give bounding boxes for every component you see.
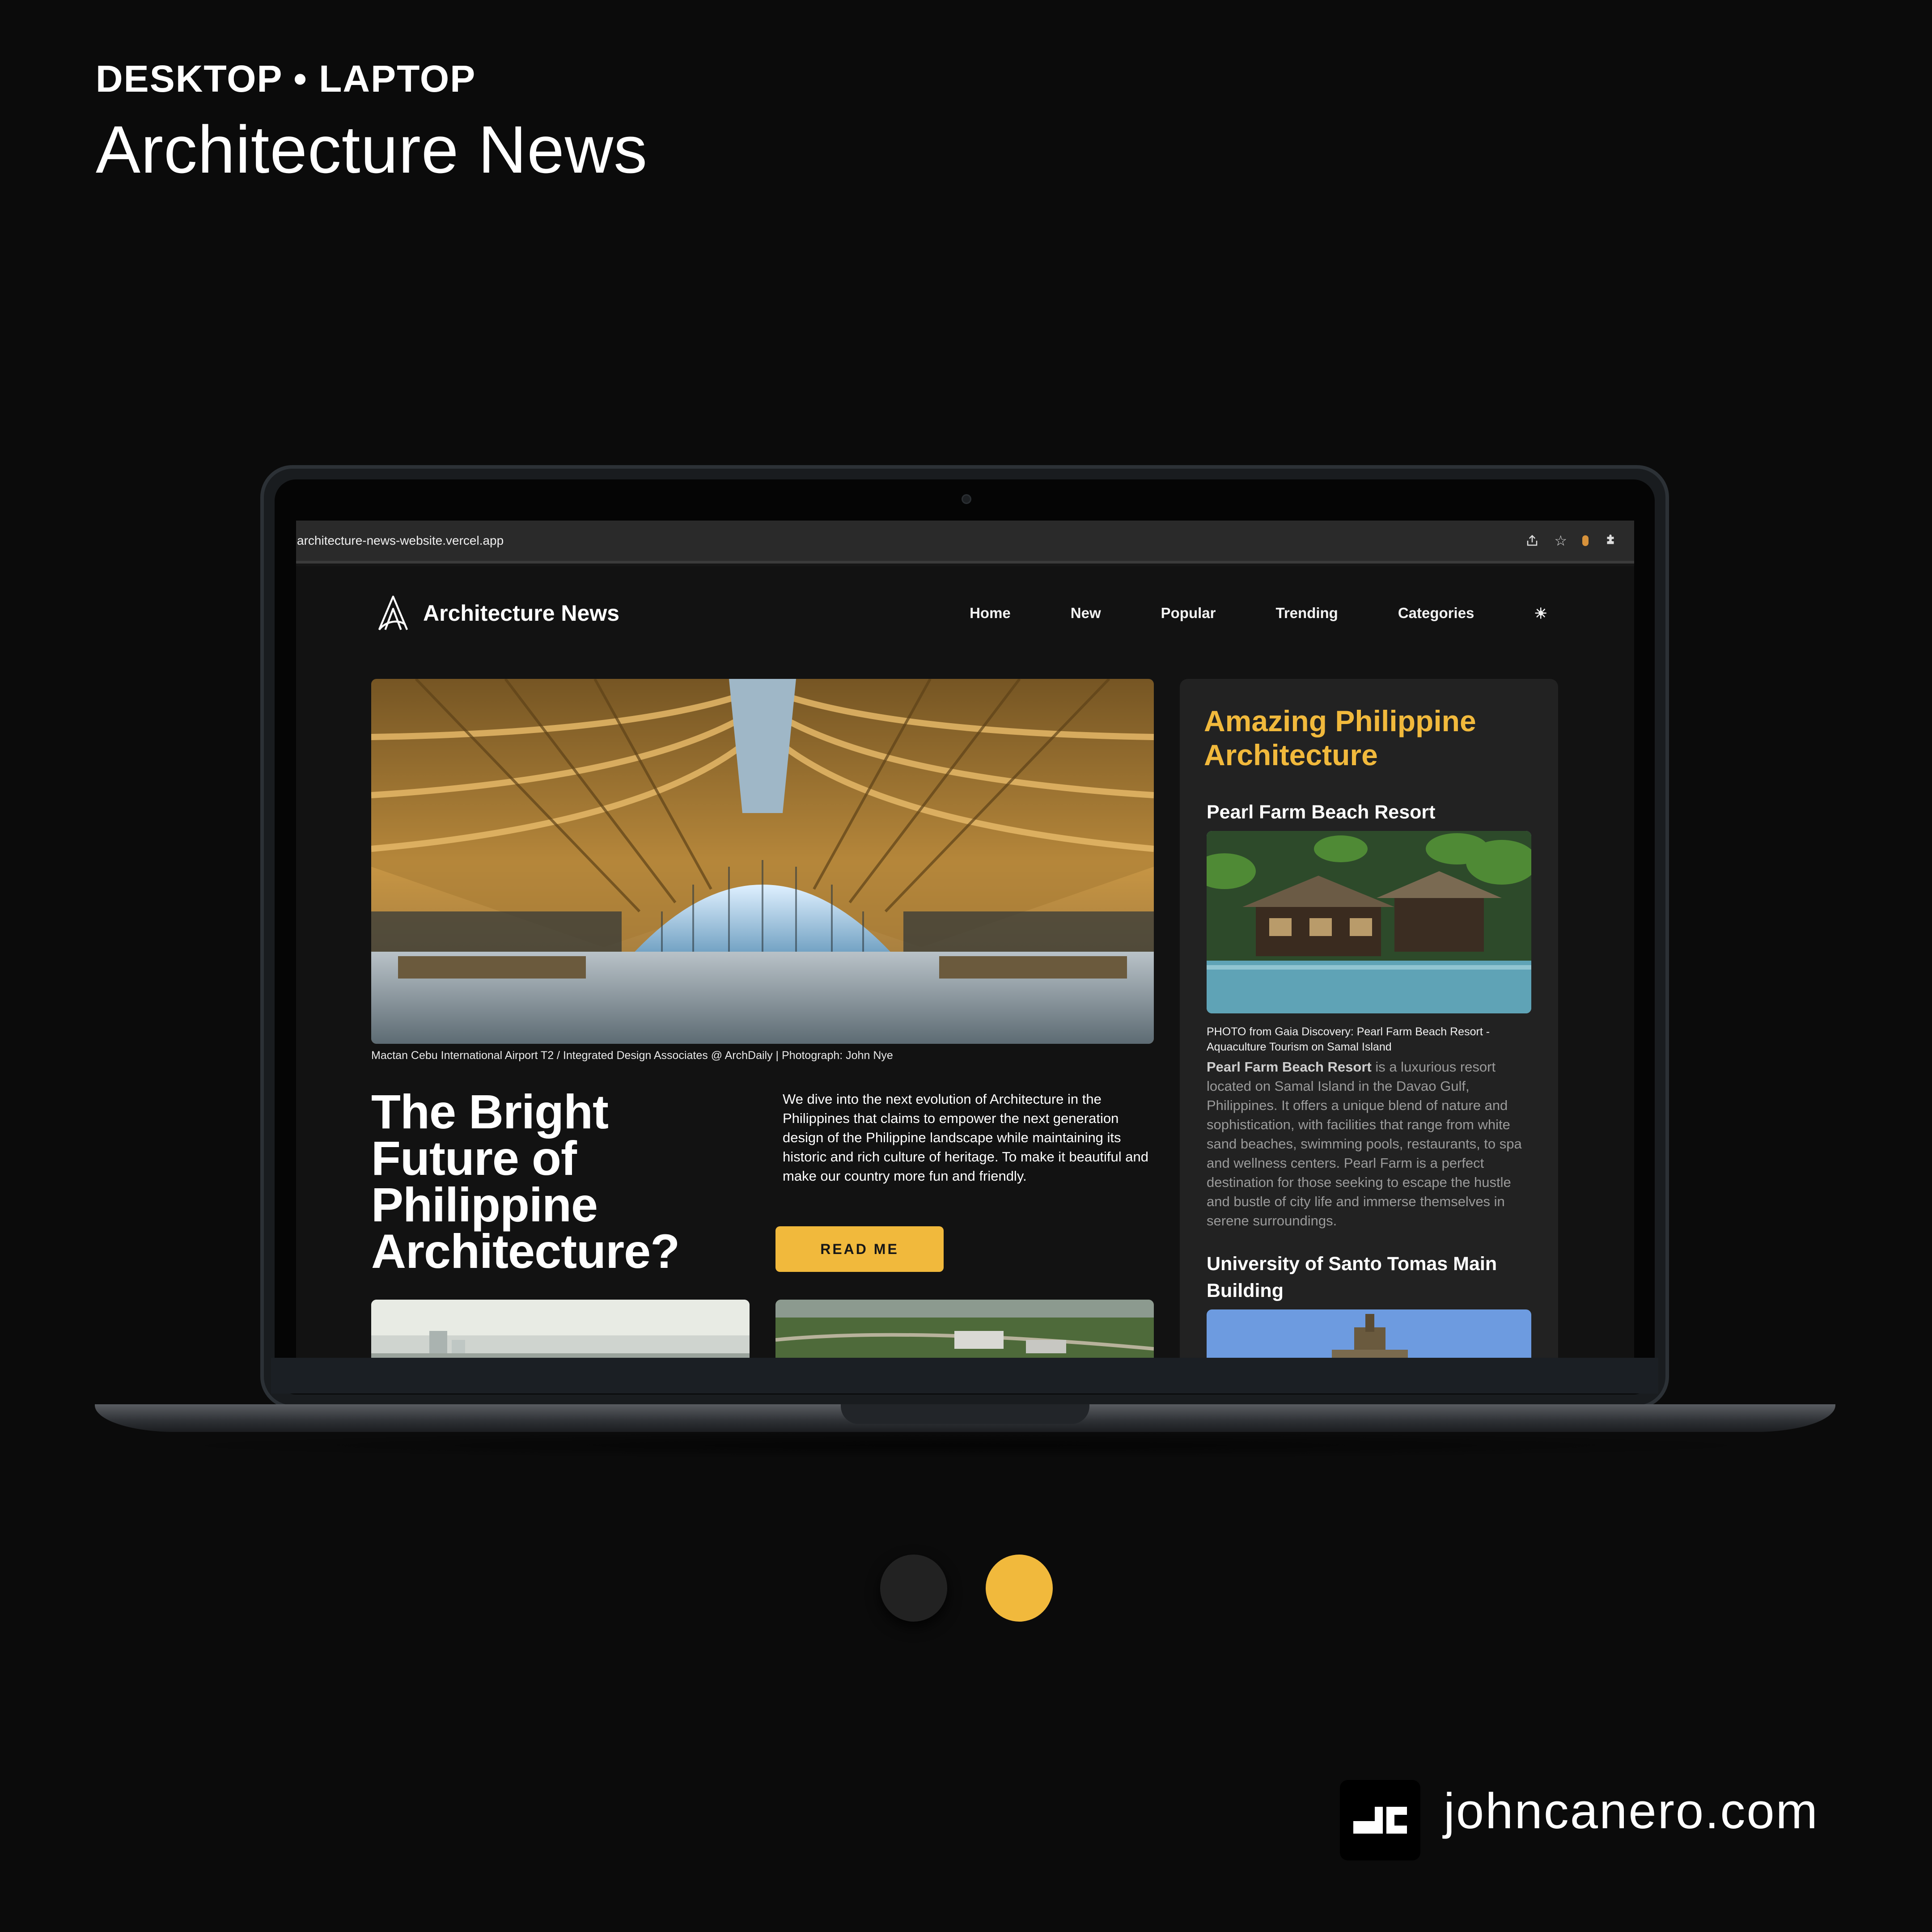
extension-badge-icon[interactable] xyxy=(1582,535,1589,546)
site-brand[interactable]: Architecture News xyxy=(423,600,619,626)
nav-popular[interactable]: Popular xyxy=(1161,605,1216,622)
showcase-title: Architecture News xyxy=(96,112,648,187)
logo-icon[interactable] xyxy=(376,593,411,633)
puzzle-icon[interactable] xyxy=(1604,534,1617,547)
browser-url-bar[interactable]: architecture-news-website.vercel.app ☆ xyxy=(296,521,1634,564)
article-intro: We dive into the next evolution of Archi… xyxy=(783,1091,1148,1184)
url-text[interactable]: architecture-news-website.vercel.app xyxy=(297,534,504,548)
star-icon[interactable]: ☆ xyxy=(1554,532,1567,549)
nav-links: Home New Popular Trending Categories ☀ xyxy=(910,605,1547,622)
camera-icon xyxy=(962,494,971,504)
carousel-dot-dark[interactable] xyxy=(880,1555,947,1622)
site-navbar: Architecture News Home New Popular Trend… xyxy=(376,593,1547,633)
nav-categories[interactable]: Categories xyxy=(1398,605,1474,622)
sidebar-title: Amazing Philippine Architecture xyxy=(1204,704,1476,771)
sidebar-item-lead: Pearl Farm Beach Resort xyxy=(1207,1059,1372,1075)
footer-site-url[interactable]: johncanero.com xyxy=(1444,1782,1819,1840)
device-eyebrow: DESKTOP • LAPTOP xyxy=(96,58,476,100)
laptop-screen: architecture-news-website.vercel.app ☆ A… xyxy=(296,521,1634,1358)
sidebar-panel: Amazing Philippine Architecture Pearl Fa… xyxy=(1180,679,1558,1358)
sidebar-item-image[interactable] xyxy=(1207,831,1531,1013)
sidebar-item-heading[interactable]: Pearl Farm Beach Resort xyxy=(1207,799,1538,826)
read-me-button[interactable]: READ ME xyxy=(775,1226,944,1272)
article-headline[interactable]: The Bright Future of Philippine Architec… xyxy=(371,1088,720,1275)
nav-home[interactable]: Home xyxy=(970,605,1011,622)
carousel-dot-active[interactable] xyxy=(986,1555,1053,1622)
sidebar-item-heading[interactable]: University of Santo Tomas Main Building xyxy=(1207,1250,1538,1304)
laptop-chin xyxy=(271,1358,1658,1394)
showcase-canvas: DESKTOP • LAPTOP Architecture News archi… xyxy=(0,0,1932,1932)
nav-new[interactable]: New xyxy=(1071,605,1101,622)
article-card-image[interactable] xyxy=(775,1300,1154,1358)
article-card-image[interactable] xyxy=(371,1300,750,1358)
website: Architecture News Home New Popular Trend… xyxy=(296,566,1634,1358)
sidebar-item-body: Pearl Farm Beach Resort is a luxurious r… xyxy=(1207,1057,1538,1230)
sidebar-item-image[interactable] xyxy=(1207,1309,1531,1358)
laptop-notch xyxy=(841,1404,1089,1424)
hero-image xyxy=(371,679,1154,1044)
nav-trending[interactable]: Trending xyxy=(1276,605,1338,622)
share-icon[interactable] xyxy=(1525,534,1539,547)
sidebar-item-text: is a luxurious resort located on Samal I… xyxy=(1207,1059,1522,1229)
sidebar-photo-caption: PHOTO from Gaia Discovery: Pearl Farm Be… xyxy=(1207,1025,1490,1053)
sun-icon[interactable]: ☀ xyxy=(1534,605,1547,622)
hero-caption: Mactan Cebu International Airport T2 / I… xyxy=(371,1049,893,1062)
jc-logo-icon xyxy=(1340,1780,1420,1860)
